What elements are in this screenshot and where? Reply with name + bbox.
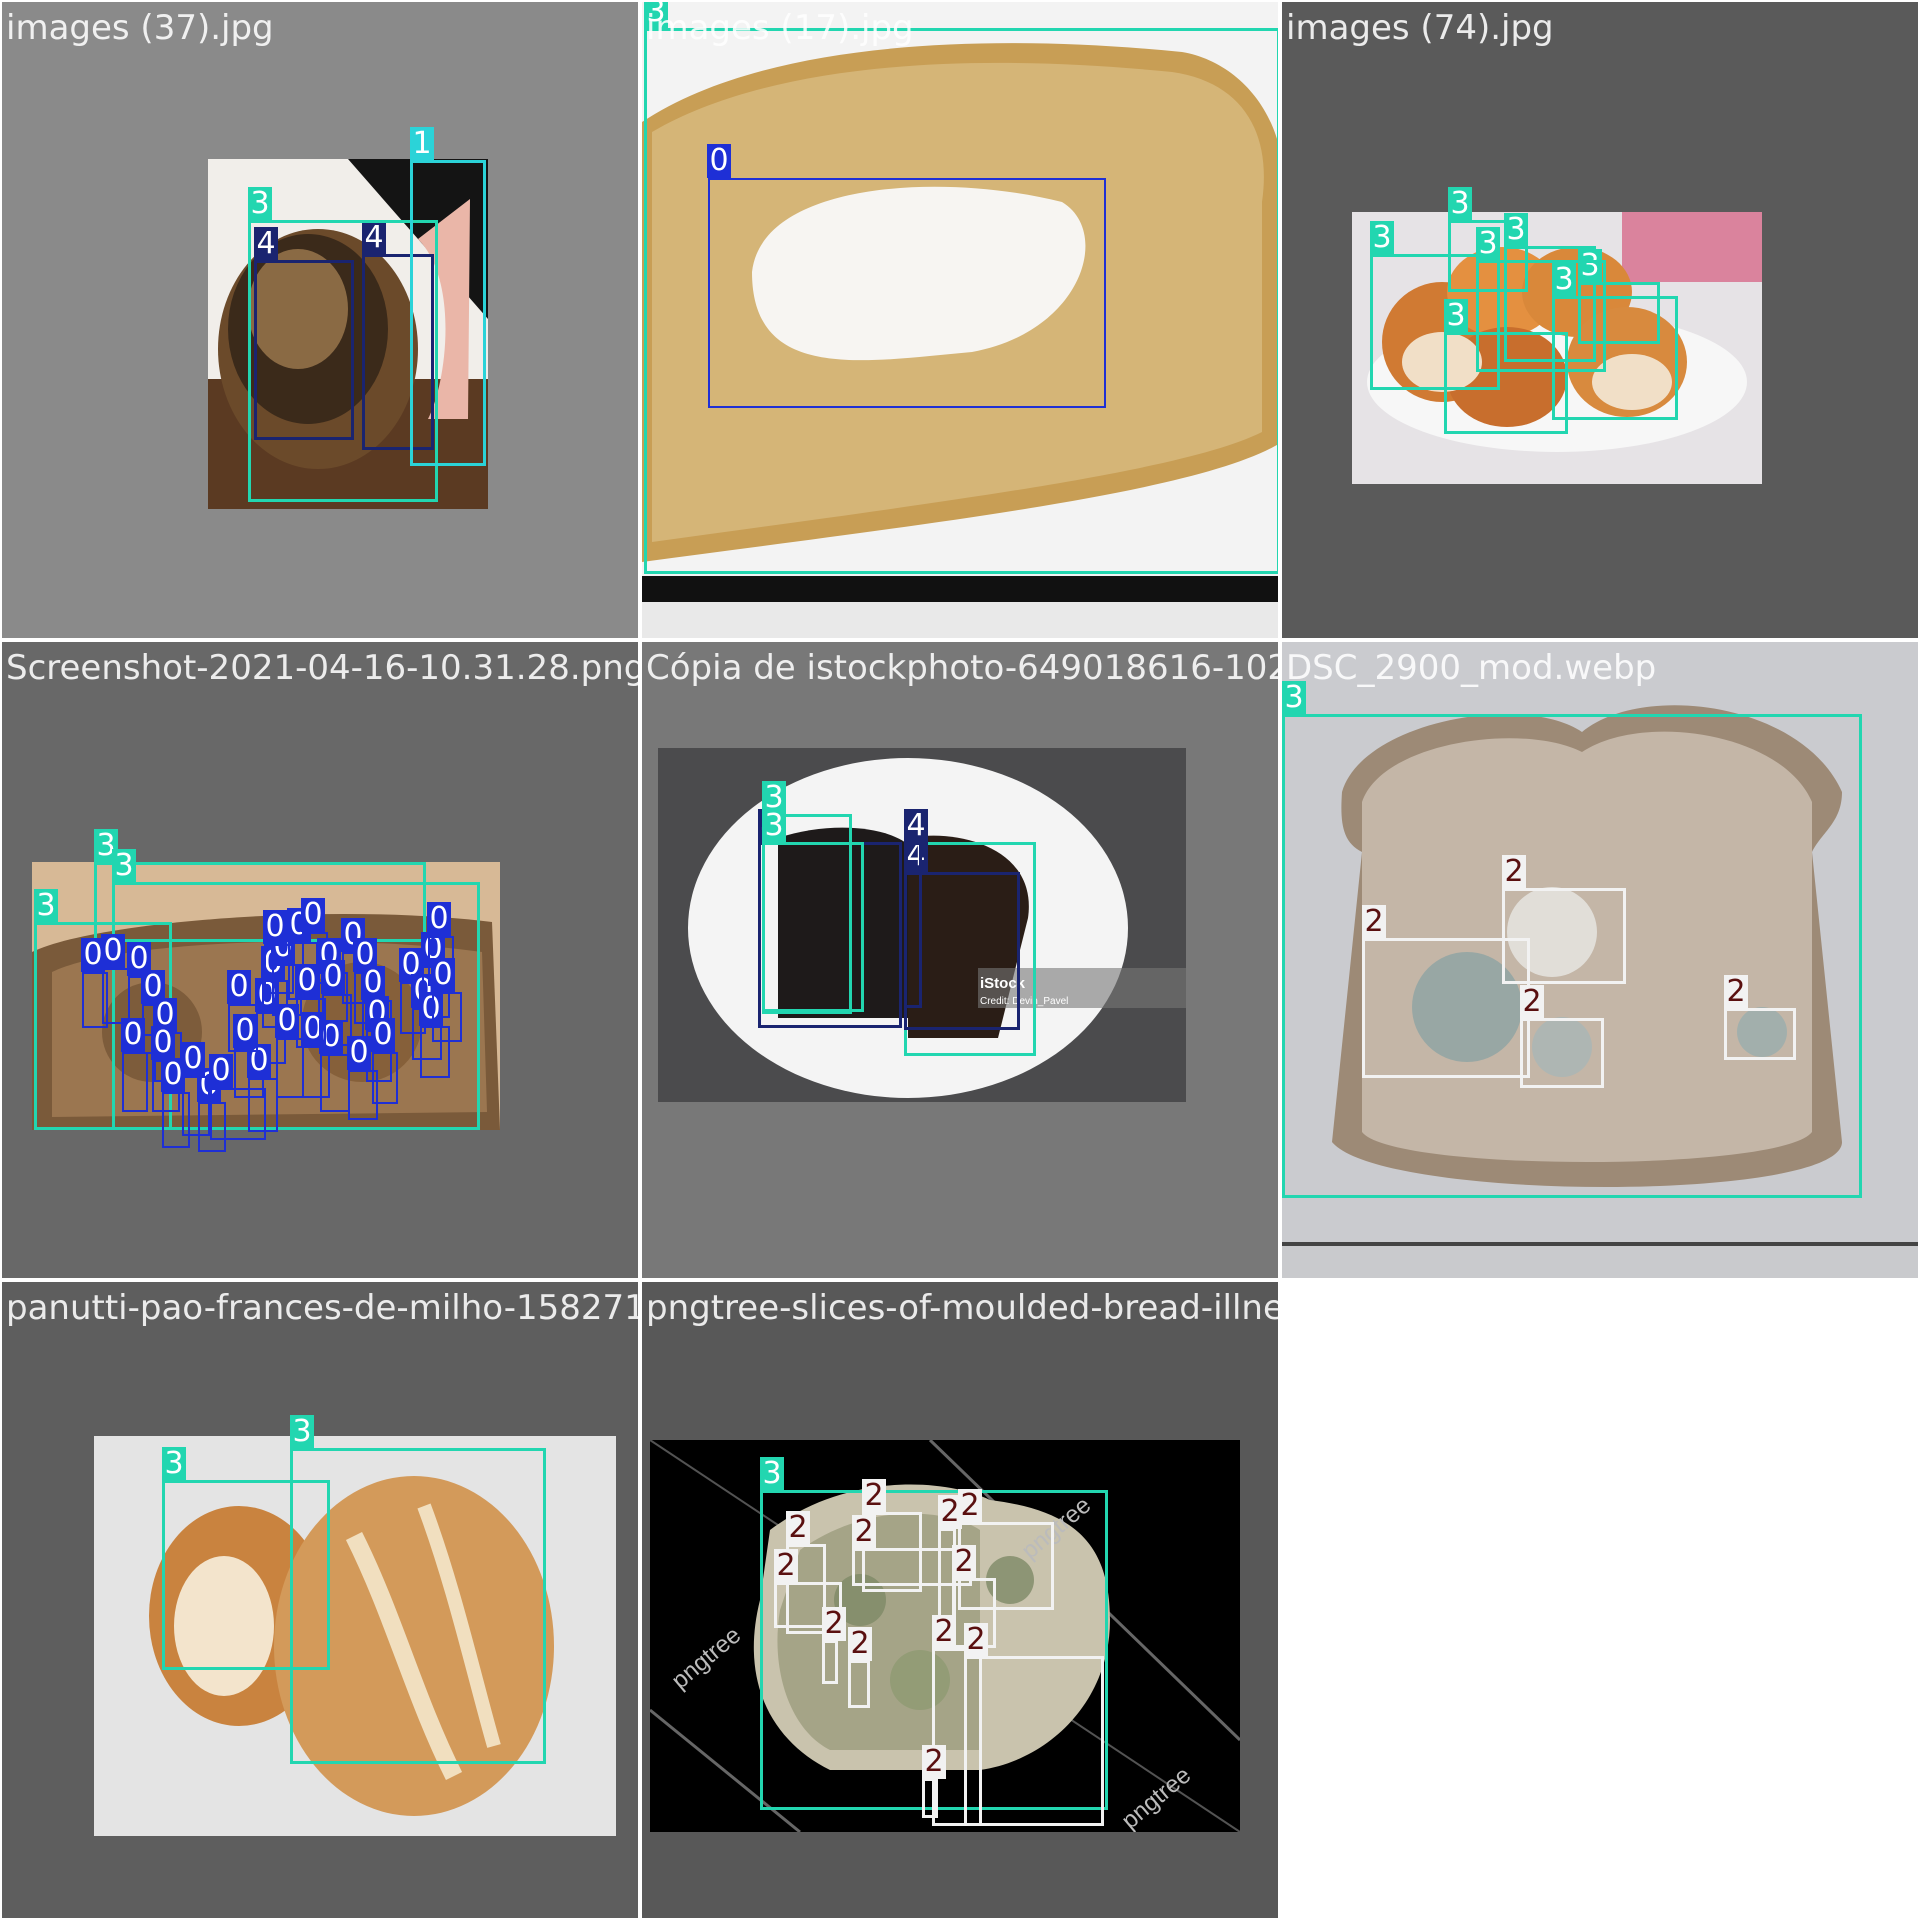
box-class-label: 2: [848, 1627, 872, 1661]
bounding-box: 0: [263, 910, 294, 994]
mosaic-tile: 3 2 2 2 2 DSC_2900_mod.webp: [1280, 640, 1920, 1280]
box-class-label: 3: [1370, 221, 1394, 255]
box-class-label: 3: [34, 889, 58, 923]
bounding-box: 0: [247, 1044, 278, 1132]
box-class-label: 2: [952, 1545, 976, 1579]
box-class-label: 2: [774, 1549, 798, 1583]
box-class-label: 2: [852, 1515, 876, 1549]
box-class-label: 3: [760, 1457, 784, 1491]
box-class-label: 0: [431, 958, 455, 992]
tile-filename: pngtree-slices-of-moulded-bread-illness-: [646, 1288, 1280, 1328]
box-class-label: 3: [1448, 187, 1472, 221]
bounding-box: 1: [410, 127, 486, 466]
box-class-label: 0: [121, 1018, 145, 1052]
mosaic-tile: pngtree pngtree pngtree 3 2 2 2 2 2 2 2 2 2 2 2 2 pngt…: [640, 1280, 1280, 1920]
bounding-box: 0: [295, 964, 326, 1048]
mosaic-tile: 3 0 images (17).jpg: [640, 0, 1280, 640]
bounding-box: 4: [904, 809, 928, 1008]
box-class-label: 3: [248, 187, 272, 221]
box-class-label: 3: [1476, 227, 1500, 261]
box-class-label: 2: [922, 1745, 946, 1779]
box-class-label: 2: [1362, 905, 1386, 939]
box-class-label: 2: [1502, 855, 1526, 889]
tile-filename: images (37).jpg: [6, 8, 274, 48]
box-class-label: 2: [964, 1623, 988, 1657]
tile-filename: Cópia de istockphoto-649018616-1024x1024: [646, 648, 1278, 688]
box-class-label: 3: [162, 1447, 186, 1481]
box-class-label: 3: [1444, 299, 1468, 333]
tile-filename: panutti-pao-frances-de-milho-1582715090: [6, 1288, 638, 1328]
box-class-label: 3: [112, 849, 136, 883]
box-class-label: 0: [427, 902, 451, 936]
box-class-label: 1: [410, 127, 434, 161]
tile-filename: Screenshot-2021-04-16-10.31.28.png: [6, 648, 640, 688]
bounding-box: 0: [181, 1042, 210, 1136]
box-class-label: 2: [786, 1511, 810, 1545]
tile-filename: DSC_2900_mod.webp: [1286, 648, 1657, 688]
box-class-label: 0: [209, 1054, 233, 1088]
box-class-label: 4: [904, 809, 928, 843]
box-class-label: 0: [151, 1026, 175, 1060]
box-class-label: 0: [227, 970, 251, 1004]
bounding-box: 0: [347, 1036, 378, 1120]
bounding-box: 0: [101, 934, 130, 1024]
mosaic-tile: 3 3 3 3 3 3 3 images (74).jpg: [1280, 0, 1920, 640]
box-class-label: 0: [347, 1036, 371, 1070]
tile-filename: images (17).jpg: [646, 8, 914, 48]
bounding-box: 2: [822, 1607, 846, 1684]
box-class-label: 0: [181, 1042, 205, 1076]
bounding-box: 0: [431, 958, 462, 1042]
bounding-box: 2: [848, 1627, 872, 1708]
box-class-label: 0: [707, 144, 731, 178]
tile-filename: images (74).jpg: [1286, 8, 1554, 48]
box-class-label: 0: [263, 910, 287, 944]
box-class-label: 0: [371, 1018, 395, 1052]
bounding-box: 2: [1502, 855, 1626, 984]
bounding-box: 2: [922, 1745, 946, 1818]
box-class-label: 3: [762, 809, 786, 843]
box-class-label: 2: [822, 1607, 846, 1641]
bounding-box: 3: [1476, 227, 1606, 372]
mosaic-tile: 3 3 panutti-pao-frances-de-milho-158271509…: [0, 1280, 640, 1920]
box-class-label: 0: [101, 934, 125, 968]
bounding-box: 0: [319, 1020, 350, 1112]
box-class-label: 2: [862, 1479, 886, 1513]
box-class-label: 2: [1724, 975, 1748, 1009]
box-class-label: 0: [295, 964, 319, 998]
box-class-label: 2: [932, 1615, 956, 1649]
bounding-box: 2: [1520, 985, 1604, 1088]
bounding-box: 2: [964, 1623, 1104, 1826]
box-class-label: 2: [958, 1489, 982, 1523]
box-class-label: 3: [290, 1415, 314, 1449]
bounding-box: 0: [707, 144, 1106, 408]
box-class-label: 2: [1520, 985, 1544, 1019]
box-class-label: 0: [301, 898, 325, 932]
bounding-box: 3: [290, 1415, 546, 1764]
bounding-box: 0: [121, 1018, 148, 1112]
bounding-box: 3: [762, 809, 864, 1012]
box-class-label: 3: [1504, 213, 1528, 247]
mosaic-tile: iStock Credit: Devin_Pavel3343344Cópia d…: [640, 640, 1280, 1280]
mosaic-tile: 44331images (37).jpg: [0, 0, 640, 640]
mosaic-tile: 3330000000000000000000000000000000000000…: [0, 640, 640, 1280]
bounding-box: 0: [227, 970, 258, 1052]
bounding-box: 2: [1724, 975, 1796, 1060]
